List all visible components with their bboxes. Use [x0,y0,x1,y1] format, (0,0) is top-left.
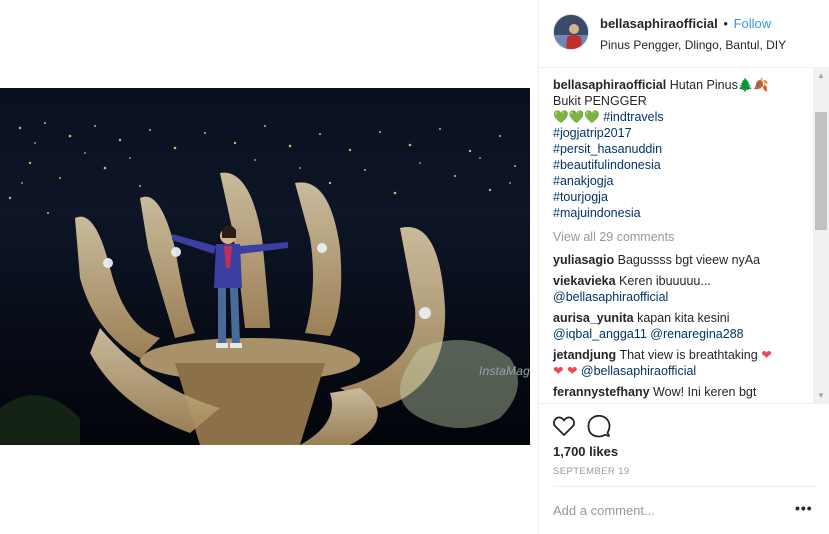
header-dot: • [723,16,728,31]
comment-text: Wow! Ini keren bgt [653,385,757,399]
hashtag-link[interactable]: #indtravels [603,110,663,124]
leaf-emoji-icon: 🍂 [753,78,769,92]
photo-watermark: InstaMag [479,364,530,378]
mention-link[interactable]: @bellasaphiraofficial [553,290,668,304]
mention-link[interactable]: @renaregina288 [650,327,743,341]
post-header: bellasaphiraofficial • Follow Pinus Peng… [539,0,829,68]
hashtag-link[interactable]: #jogjatrip2017 [553,125,815,141]
media-pane: InstaMag [0,0,538,534]
comment-username[interactable]: yuliasagio [553,253,614,267]
header-username[interactable]: bellasaphiraofficial [600,16,718,31]
green-hearts-icon: 💚💚💚 [553,110,600,124]
scrollbar-thumb[interactable] [815,112,827,230]
comment-item: aurisa_yunita kapan kita kesini @iqbal_a… [553,310,815,342]
comment-text: Keren ibuuuuu... [619,274,711,288]
tree-emoji-icon: 🌲 [737,78,754,92]
comment-item: yuliasagio Bagussss bgt vieew nyAa [553,252,815,268]
caption-username[interactable]: bellasaphiraofficial [553,78,666,92]
comment-text: Bagussss bgt vieew nyAa [617,253,761,267]
likes-count[interactable]: 1,700 likes [553,444,618,459]
caption-text-1: Hutan Pinus [669,78,738,92]
add-comment-input[interactable] [553,500,793,520]
comment-username[interactable]: jetandjung [553,348,616,362]
comment-text: kapan kita kesini [637,311,730,325]
comment-username[interactable]: viekavieka [553,274,616,288]
heart-outline-icon[interactable] [552,414,576,438]
comments-scrollbar[interactable]: ▲ ▼ [813,68,829,404]
hashtag-link[interactable]: #tourjogja [553,189,815,205]
red-hearts-icon: ❤ ❤ [553,364,578,378]
hashtag-link[interactable]: #persit_hasanuddin [553,141,815,157]
comment-item: jetandjung That view is breathtaking ❤ ❤… [553,347,815,379]
red-heart-icon: ❤ [761,348,772,362]
hashtag-link[interactable]: #majuindonesia [553,205,815,221]
caption-line-2: Bukit PENGGER [553,94,647,108]
hashtag-link[interactable]: #anakjogja [553,173,815,189]
comment-bubble-icon[interactable] [587,414,611,438]
comment-text: That view is breathtaking [619,348,758,362]
comment-item: ferannystefhany Wow! Ini keren bgt [553,384,815,400]
hashtag-link[interactable]: #beautifulindonesia [553,157,815,173]
mention-link[interactable]: @iqbal_angga11 [553,327,647,341]
mention-link[interactable]: @bellasaphiraofficial [581,364,696,378]
caption-line-3: 💚💚💚 #indtravels [553,109,815,125]
comment-username[interactable]: aurisa_yunita [553,311,634,325]
caption-line-1: bellasaphiraofficial Hutan Pinus🌲🍂 [553,77,815,93]
post-side-panel: bellasaphiraofficial • Follow Pinus Peng… [538,0,829,534]
post-photo[interactable] [0,88,530,445]
more-options-icon[interactable]: ••• [795,501,812,517]
header-username-line: bellasaphiraofficial • Follow [600,16,771,31]
divider [553,486,816,487]
follow-button[interactable]: Follow [734,16,772,31]
photo-night-city-nest-illustration [0,88,530,445]
comments-list: bellasaphiraofficial Hutan Pinus🌲🍂 Bukit… [553,77,815,403]
post-actions-bar [539,404,829,448]
location-link[interactable]: Pinus Pengger, Dlingo, Bantul, DIY [600,38,786,52]
avatar[interactable] [553,14,589,50]
comments-section[interactable]: bellasaphiraofficial Hutan Pinus🌲🍂 Bukit… [539,68,829,404]
scroll-down-arrow-icon[interactable]: ▼ [813,388,829,404]
scroll-up-arrow-icon[interactable]: ▲ [813,68,829,84]
view-all-comments-link[interactable]: View all 29 comments [553,229,815,245]
comment-item: viekavieka Keren ibuuuuu... @bellasaphir… [553,273,815,305]
post-date: SEPTEMBER 19 [553,466,630,477]
comment-username[interactable]: ferannystefhany [553,385,650,399]
